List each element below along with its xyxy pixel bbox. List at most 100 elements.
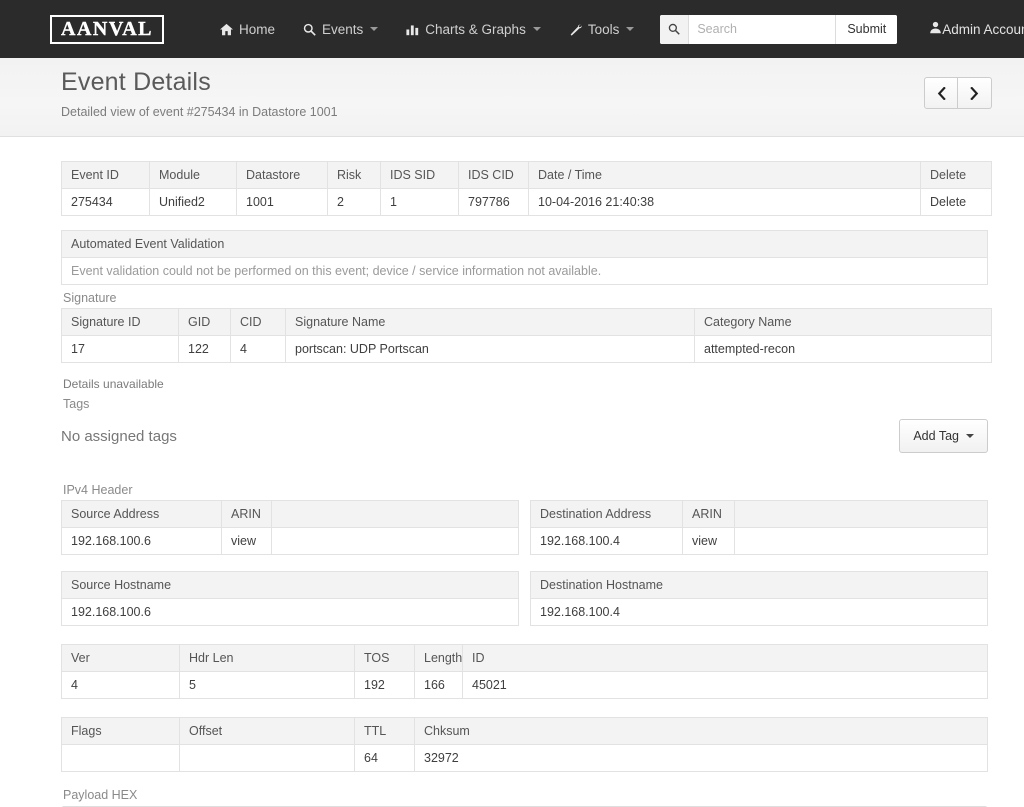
cell-cid: 4 — [230, 335, 286, 363]
table-row: 275434 Unified2 1001 2 1 797786 10-04-20… — [61, 188, 992, 216]
next-event-button[interactable] — [958, 77, 992, 109]
wrench-icon — [569, 23, 582, 36]
col-date-time: Date / Time — [528, 161, 921, 189]
destination-hostname-table: Destination Hostname 192.168.100.4 — [530, 571, 988, 626]
search-box: Submit — [660, 14, 898, 44]
search-icon[interactable] — [660, 14, 690, 44]
chevron-left-icon — [937, 86, 946, 100]
home-icon — [219, 23, 233, 36]
destination-arin-view-link[interactable]: view — [682, 527, 735, 555]
account-menu-label: Admin Account — [942, 21, 1024, 37]
col-cid: CID — [230, 308, 286, 336]
cell-gid: 122 — [178, 335, 231, 363]
search-input[interactable] — [689, 14, 836, 44]
col-source-arin: ARIN — [221, 500, 272, 528]
search-submit-button[interactable]: Submit — [835, 14, 898, 44]
chevron-down-icon — [370, 27, 379, 31]
table-row: 192.168.100.4 view — [530, 527, 988, 555]
main-content: Event ID Module Datastore Risk IDS SID I… — [0, 137, 1024, 807]
cell-signature-name: portscan: UDP Portscan — [285, 335, 695, 363]
source-arin-view-link[interactable]: view — [221, 527, 272, 555]
top-navbar: AANVAL Home Events Charts & Graphs Tools… — [0, 0, 1024, 58]
payload-hex-label: Payload HEX — [63, 788, 138, 802]
no-assigned-tags-text: No assigned tags — [61, 427, 177, 445]
destination-address-table: Destination Address ARIN 192.168.100.4 v… — [530, 500, 988, 555]
ipv4-header-label: IPv4 Header — [63, 483, 133, 497]
cell-flags — [61, 744, 180, 772]
col-length: Length — [414, 644, 463, 672]
col-delete: Delete — [920, 161, 992, 189]
table-row: 64 32972 — [61, 744, 988, 772]
source-hostname-table: Source Hostname 192.168.100.6 — [61, 571, 519, 626]
nav-item-home[interactable]: Home — [206, 0, 289, 58]
table-header-row: Destination Address ARIN — [530, 500, 988, 528]
bar-chart-icon — [406, 23, 419, 36]
brand-logo[interactable]: AANVAL — [50, 14, 164, 44]
col-chksum: Chksum — [414, 717, 988, 745]
details-unavailable-text: Details unavailable — [63, 377, 164, 391]
page-title: Event Details — [61, 68, 211, 96]
signature-table: Signature ID GID CID Signature Name Cate… — [61, 308, 992, 363]
delete-event-link[interactable]: Delete — [920, 188, 992, 216]
cell-date-time: 10-04-2016 21:40:38 — [528, 188, 921, 216]
cell-id: 45021 — [462, 671, 988, 699]
account-menu[interactable]: Admin Account — [919, 0, 1024, 58]
col-signature-id: Signature ID — [61, 308, 179, 336]
cell-chksum: 32972 — [414, 744, 988, 772]
col-event-id: Event ID — [61, 161, 150, 189]
cell-ids-cid: 797786 — [458, 188, 529, 216]
table-row: 192.168.100.4 — [530, 598, 988, 626]
col-signature-name: Signature Name — [285, 308, 695, 336]
cell-event-id: 275434 — [61, 188, 150, 216]
nav-items: Home Events Charts & Graphs Tools Search… — [206, 0, 1024, 58]
col-ids-sid: IDS SID — [380, 161, 459, 189]
search-icon — [303, 23, 316, 36]
col-flags: Flags — [61, 717, 180, 745]
col-source-hostname: Source Hostname — [61, 571, 519, 599]
signature-label: Signature — [63, 291, 117, 305]
nav-item-tools[interactable]: Tools — [555, 0, 649, 58]
col-ver: Ver — [61, 644, 180, 672]
cell-source-spacer — [271, 527, 519, 555]
automated-event-validation: Automated Event Validation Event validat… — [61, 230, 988, 285]
col-id: ID — [462, 644, 988, 672]
table-header-row: Flags Offset TTL Chksum — [61, 717, 988, 745]
nav-item-tools-label: Tools — [587, 21, 620, 37]
hostname-row: Source Hostname 192.168.100.6 Destinatio… — [61, 571, 988, 626]
cell-tos: 192 — [354, 671, 415, 699]
nav-item-events[interactable]: Events — [289, 0, 392, 58]
col-source-address: Source Address — [61, 500, 222, 528]
cell-ids-sid: 1 — [380, 188, 459, 216]
page-subtitle: Detailed view of event #275434 in Datast… — [61, 105, 338, 119]
chevron-down-icon — [532, 27, 541, 31]
cell-risk: 2 — [327, 188, 381, 216]
cell-destination-spacer — [734, 527, 988, 555]
add-tag-label: Add Tag — [913, 429, 959, 443]
cell-datastore: 1001 — [236, 188, 328, 216]
chevron-down-icon — [626, 27, 635, 31]
brand-logo-text: AANVAL — [61, 17, 153, 40]
cell-destination-hostname: 192.168.100.4 — [530, 598, 988, 626]
user-icon — [929, 21, 942, 37]
nav-item-home-label: Home — [238, 21, 275, 37]
validation-title: Automated Event Validation — [61, 230, 988, 258]
col-source-spacer — [271, 500, 519, 528]
cell-ver: 4 — [61, 671, 180, 699]
table-header-row: Source Hostname — [61, 571, 519, 599]
cell-module: Unified2 — [149, 188, 237, 216]
table-row: 192.168.100.6 view — [61, 527, 519, 555]
table-header-row: Signature ID GID CID Signature Name Cate… — [61, 308, 992, 336]
cell-hdr-len: 5 — [179, 671, 355, 699]
nav-item-charts-graphs[interactable]: Charts & Graphs — [392, 0, 555, 58]
previous-event-button[interactable] — [924, 77, 958, 109]
table-header-row: Event ID Module Datastore Risk IDS SID I… — [61, 161, 992, 189]
cell-category-name: attempted-recon — [694, 335, 992, 363]
col-category-name: Category Name — [694, 308, 992, 336]
add-tag-button[interactable]: Add Tag — [899, 419, 988, 453]
cell-source-hostname: 192.168.100.6 — [61, 598, 519, 626]
ipv4-fields-table-2: Flags Offset TTL Chksum 64 32972 — [61, 717, 988, 772]
table-header-row: Destination Hostname — [530, 571, 988, 599]
cell-signature-id: 17 — [61, 335, 179, 363]
chevron-right-icon — [970, 86, 979, 100]
validation-message: Event validation could not be performed … — [61, 258, 988, 285]
